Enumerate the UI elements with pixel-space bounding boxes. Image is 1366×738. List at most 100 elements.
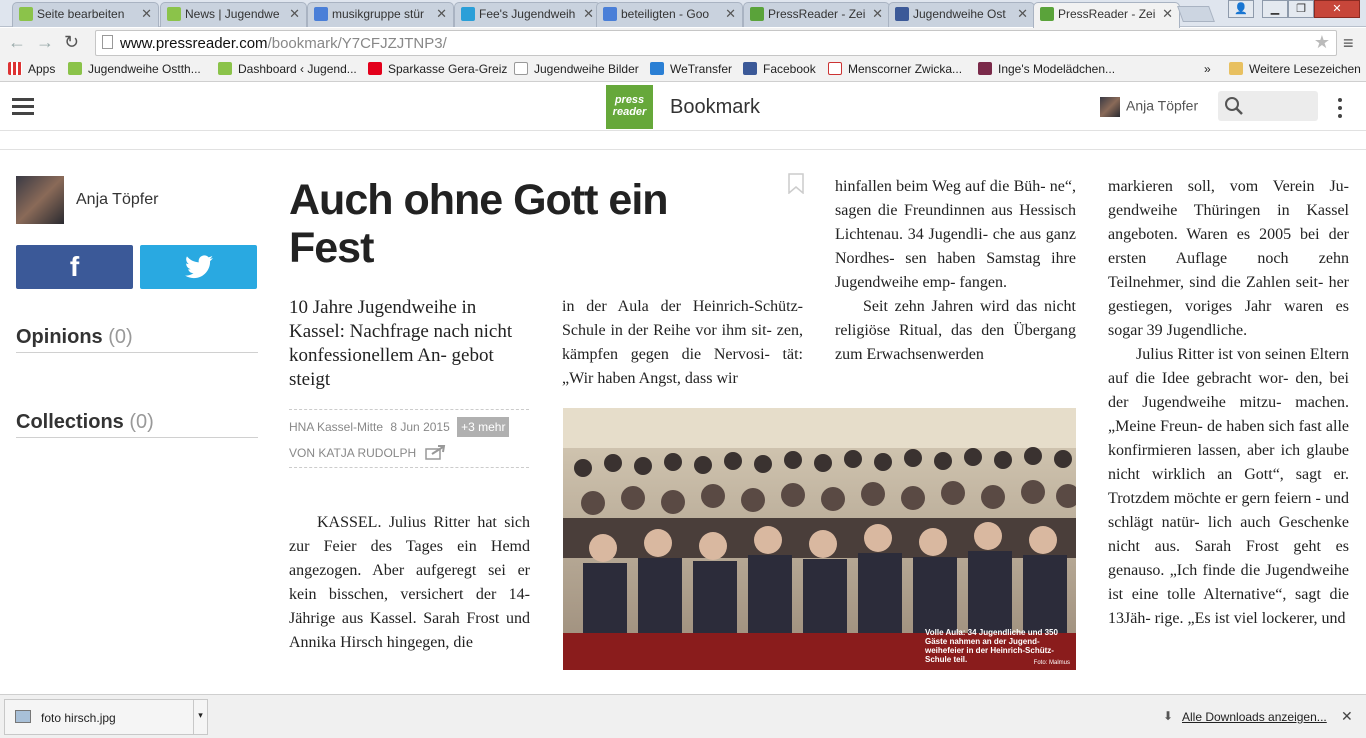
mc-icon <box>828 62 842 75</box>
browser-tab[interactable]: beteiligten - Goo ✕ <box>596 2 743 27</box>
maximize-icon[interactable]: ❐ <box>1288 0 1314 18</box>
article-column-1: KASSEL. Julius Ritter hat sich zur Feier… <box>289 511 530 655</box>
google-favicon-icon <box>314 7 328 21</box>
bookmark-item[interactable]: WeTransfer <box>650 62 732 76</box>
article-date: 8 Jun 2015 <box>390 420 450 434</box>
pressreader-logo[interactable]: press reader <box>606 85 653 129</box>
chrome-menu-icon[interactable]: ≡ <box>1343 33 1354 54</box>
facebook-icon <box>743 62 757 75</box>
wetransfer-icon <box>650 62 664 75</box>
page-favicon-icon <box>167 7 181 21</box>
sparkasse-icon <box>368 62 382 75</box>
leaf-icon <box>218 62 232 75</box>
close-tab-icon[interactable]: ✕ <box>1162 6 1173 22</box>
browser-tab-active[interactable]: PressReader - Zei ✕ <box>1033 2 1180 28</box>
download-filename: foto hirsch.jpg <box>41 711 116 725</box>
sidebar-user[interactable]: Anja Töpfer <box>16 176 158 224</box>
close-download-bar-icon[interactable]: ✕ <box>1341 708 1353 725</box>
pressreader-favicon-icon <box>750 7 764 21</box>
download-arrow-icon: ⬇ <box>1163 709 1174 723</box>
bookmark-apps[interactable]: Apps <box>8 62 55 76</box>
image-file-icon <box>15 710 31 723</box>
google-favicon-icon <box>603 7 617 21</box>
paragraph: hinfallen beim Weg auf die Büh- ne“, sag… <box>835 178 1076 291</box>
reload-icon[interactable]: ↻ <box>64 32 79 53</box>
article-subhead: 10 Jahre Jugendweihe in Kassel: Nachfrag… <box>289 297 513 390</box>
share-icon[interactable] <box>425 444 447 460</box>
facebook-share-button[interactable]: f <box>16 245 133 289</box>
facebook-favicon-icon <box>895 7 909 21</box>
bookmarks-overflow-icon[interactable]: » <box>1204 62 1211 76</box>
other-bookmarks[interactable]: Weitere Lesezeichen <box>1229 62 1361 76</box>
sidebar-user-name: Anja Töpfer <box>76 191 159 208</box>
photo-credit: Foto: Malmus <box>1033 660 1070 666</box>
photo-caption: Volle Aula: 34 Jugendliche und 350 Gäste… <box>925 628 1058 664</box>
hamburger-menu-icon[interactable] <box>12 98 34 116</box>
browser-toolbar: ← → ↻ www.pressreader.com/bookmark/Y7CFJ… <box>0 28 1366 58</box>
bookmarks-bar: Apps Jugendweihe Ostth... Dashboard ‹ Ju… <box>0 58 1366 82</box>
more-options-icon[interactable] <box>1338 98 1344 118</box>
new-tab-button[interactable] <box>1177 6 1215 22</box>
article-column-2: in der Aula der Heinrich-Schütz-Schule i… <box>562 295 803 391</box>
tab-title: Fee's Jugendweih <box>479 7 576 21</box>
bookmark-flag-icon[interactable] <box>788 173 804 194</box>
tab-title: News | Jugendwe <box>185 7 280 21</box>
more-sources-badge[interactable]: +3 mehr <box>457 417 510 437</box>
page-favicon-icon <box>19 7 33 21</box>
user-menu[interactable]: Anja Töpfer <box>1100 97 1198 117</box>
browser-tab[interactable]: Seite bearbeiten ✕ <box>12 2 159 27</box>
close-tab-icon[interactable]: ✕ <box>141 6 152 22</box>
download-item[interactable]: foto hirsch.jpg ▾ <box>4 699 208 735</box>
paragraph: markieren soll, vom Verein Ju- gendweihe… <box>1108 178 1349 339</box>
tab-title: musikgruppe stür <box>332 7 425 21</box>
close-tab-icon[interactable]: ✕ <box>1017 6 1028 22</box>
bookmark-item[interactable]: Jugendweihe Ostth... <box>68 62 201 76</box>
bookmark-item[interactable]: Sparkasse Gera-Greiz <box>368 62 507 76</box>
close-tab-icon[interactable]: ✕ <box>289 6 300 22</box>
article-column-4: markieren soll, vom Verein Ju- gendweihe… <box>1108 175 1349 655</box>
tab-title: beteiligten - Goo <box>621 7 710 21</box>
folder-icon <box>1229 62 1243 75</box>
minimize-icon[interactable]: ▁ <box>1262 0 1288 18</box>
browser-tab[interactable]: PressReader - Zei ✕ <box>743 2 890 27</box>
search-input[interactable] <box>1218 91 1318 121</box>
apps-grid-icon <box>8 62 22 75</box>
user-name: Anja Töpfer <box>1126 97 1199 114</box>
page-icon <box>514 62 528 75</box>
bookmark-item[interactable]: Inge's Modelädchen... <box>978 62 1115 76</box>
close-tab-icon[interactable]: ✕ <box>583 6 594 22</box>
opinions-heading[interactable]: Opinions (0) <box>16 326 258 353</box>
close-tab-icon[interactable]: ✕ <box>725 6 736 22</box>
inge-icon <box>978 62 992 75</box>
close-tab-icon[interactable]: ✕ <box>436 6 447 22</box>
show-all-downloads-link[interactable]: Alle Downloads anzeigen... <box>1182 710 1327 724</box>
download-options-icon[interactable]: ▾ <box>193 700 207 734</box>
article-source[interactable]: HNA Kassel-Mitte <box>289 420 383 434</box>
browser-tab[interactable]: Fee's Jugendweih ✕ <box>454 2 601 27</box>
paragraph: Seit zehn Jahren wird das nicht religiös… <box>835 298 1076 363</box>
article-column-3: hinfallen beim Weg auf die Büh- ne“, sag… <box>835 175 1076 391</box>
user-profile-icon[interactable]: 👤 <box>1228 0 1254 18</box>
browser-tab[interactable]: News | Jugendwe ✕ <box>160 2 307 27</box>
paragraph: KASSEL. Julius Ritter hat sich zur Feier… <box>289 514 530 651</box>
divider <box>0 149 1366 150</box>
collections-heading[interactable]: Collections (0) <box>16 411 258 438</box>
close-tab-icon[interactable]: ✕ <box>872 6 883 22</box>
collections-count: (0) <box>129 411 154 433</box>
bookmark-item[interactable]: Jugendweihe Bilder <box>514 62 639 76</box>
bookmark-item[interactable]: Dashboard ‹ Jugend... <box>218 62 357 76</box>
bookmark-item[interactable]: Facebook <box>743 62 816 76</box>
forward-icon[interactable]: → <box>36 32 54 53</box>
star-icon[interactable]: ★ <box>1314 32 1330 53</box>
back-icon[interactable]: ← <box>8 32 26 53</box>
bookmark-item[interactable]: Menscorner Zwicka... <box>828 62 962 76</box>
article-photo[interactable]: Volle Aula: 34 Jugendliche und 350 Gäste… <box>563 408 1076 670</box>
browser-tab[interactable]: Jugendweihe Ost ✕ <box>888 2 1035 27</box>
address-bar[interactable]: www.pressreader.com/bookmark/Y7CFJZJTNP3… <box>95 30 1337 56</box>
pressreader-favicon-icon <box>1040 7 1054 21</box>
twitter-share-button[interactable] <box>140 245 257 289</box>
search-icon <box>1225 97 1243 115</box>
window-close-icon[interactable]: ✕ <box>1314 0 1360 18</box>
browser-tab[interactable]: musikgruppe stür ✕ <box>307 2 454 27</box>
url-host: www.pressreader.com <box>120 35 268 52</box>
